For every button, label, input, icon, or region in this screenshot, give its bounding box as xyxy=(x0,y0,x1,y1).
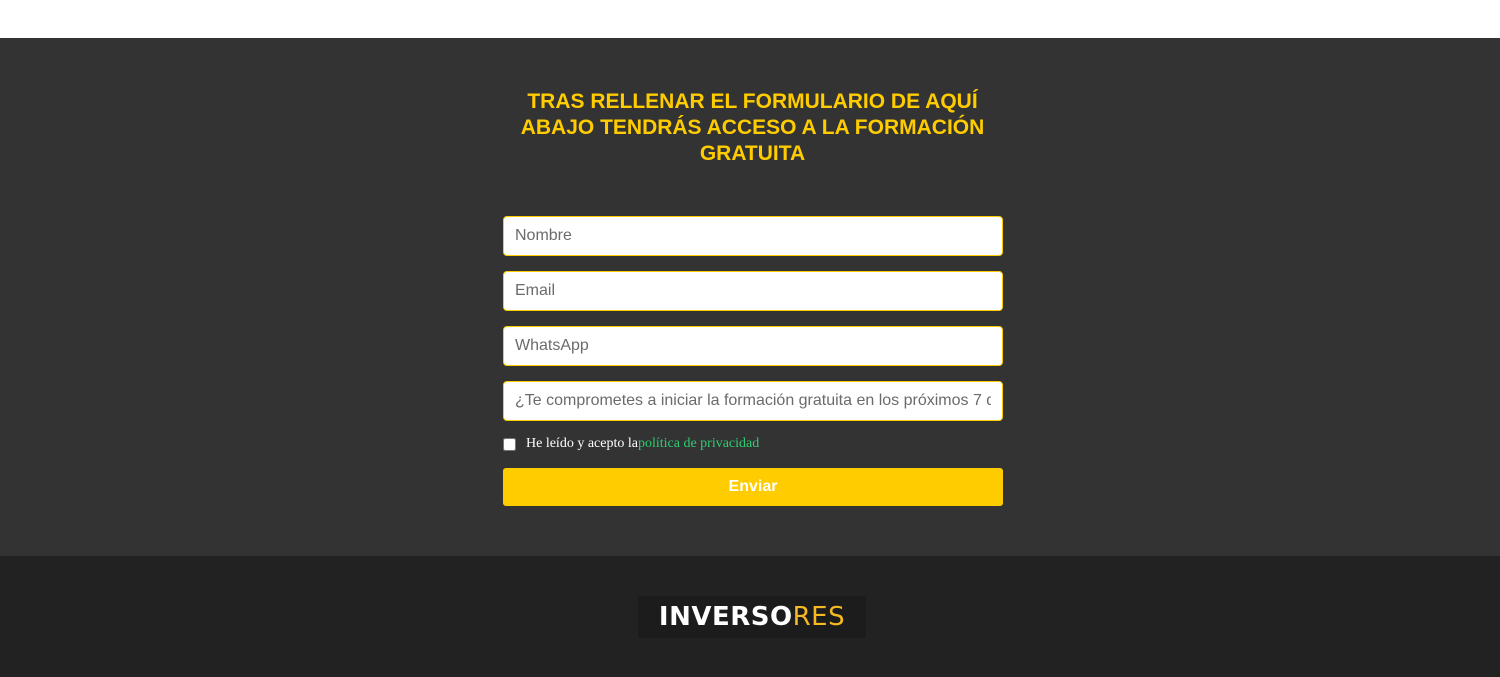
privacy-consent-label: He leído y acepto la xyxy=(526,436,638,451)
logo-primary-text: INVERSO xyxy=(658,602,793,632)
commitment-input[interactable] xyxy=(503,381,1003,421)
brand-logo: INVERSO RES xyxy=(638,596,866,638)
email-input[interactable] xyxy=(503,271,1003,311)
whatsapp-input[interactable] xyxy=(503,326,1003,366)
privacy-consent-row: He leído y acepto la política de privaci… xyxy=(503,436,759,452)
privacy-consent-checkbox[interactable] xyxy=(503,437,516,451)
privacy-policy-link[interactable]: política de privacidad xyxy=(638,436,759,452)
form-headline: TRAS RELLENAR EL FORMULARIO DE AQUÍ ABAJ… xyxy=(520,90,985,165)
top-white-strip xyxy=(0,0,1500,38)
logo-secondary-text: RES xyxy=(792,602,846,632)
signup-form-section: TRAS RELLENAR EL FORMULARIO DE AQUÍ ABAJ… xyxy=(0,38,1500,556)
footer: INVERSO RES xyxy=(0,556,1500,677)
name-input[interactable] xyxy=(503,216,1003,256)
submit-button[interactable]: Enviar xyxy=(503,468,1003,506)
